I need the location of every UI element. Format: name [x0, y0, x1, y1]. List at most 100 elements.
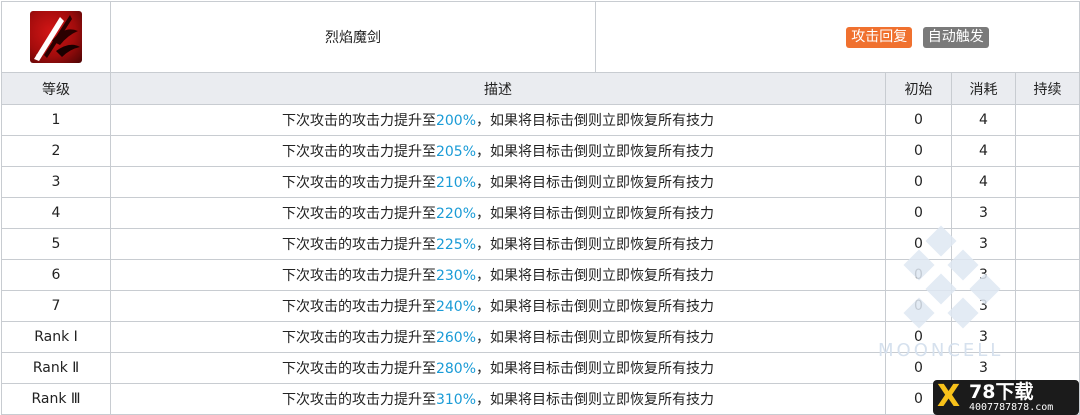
- desc-value: 200%: [435, 113, 477, 129]
- cost-cell: 3: [951, 352, 1016, 384]
- desc-text: 下次攻击的攻击力提升至: [281, 113, 436, 129]
- description-cell: 下次攻击的攻击力提升至205%，如果将目标击倒则立即恢复所有技力: [110, 135, 886, 167]
- initial-cell: 0: [885, 259, 952, 291]
- level-cell: 3: [1, 166, 111, 198]
- initial-cell: 0: [885, 290, 952, 322]
- desc-text: ，如果将目标击倒则立即恢复所有技力: [476, 299, 715, 315]
- desc-text: ，如果将目标击倒则立即恢复所有技力: [476, 113, 715, 129]
- level-cell: Rank Ⅰ: [1, 321, 111, 353]
- level-cell: 7: [1, 290, 111, 322]
- initial-cell: 0: [885, 197, 952, 229]
- table-row: 3 下次攻击的攻击力提升至210%，如果将目标击倒则立即恢复所有技力 0 4: [1, 166, 1080, 198]
- desc-text: ，如果将目标击倒则立即恢复所有技力: [476, 268, 715, 284]
- table-row: Rank Ⅰ 下次攻击的攻击力提升至260%，如果将目标击倒则立即恢复所有技力 …: [1, 321, 1080, 353]
- cost-cell: 4: [951, 166, 1016, 198]
- tag-recovery: 攻击回复: [846, 26, 913, 48]
- desc-text: 下次攻击的攻击力提升至: [281, 175, 436, 191]
- table-row: 6 下次攻击的攻击力提升至230%，如果将目标击倒则立即恢复所有技力 0 3: [1, 259, 1080, 291]
- description-cell: 下次攻击的攻击力提升至200%，如果将目标击倒则立即恢复所有技力: [110, 104, 886, 136]
- level-cell: 1: [1, 104, 111, 136]
- table-row: 7 下次攻击的攻击力提升至240%，如果将目标击倒则立即恢复所有技力 0 3: [1, 290, 1080, 322]
- table-row: Rank Ⅱ 下次攻击的攻击力提升至280%，如果将目标击倒则立即恢复所有技力 …: [1, 352, 1080, 384]
- desc-value: 260%: [435, 330, 477, 346]
- column-header-row: 等级 描述 初始 消耗 持续: [1, 72, 1080, 105]
- desc-value: 280%: [435, 361, 477, 377]
- logo-phone: 4007787878.com: [969, 402, 1054, 413]
- desc-value: 205%: [435, 144, 477, 160]
- description-cell: 下次攻击的攻击力提升至280%，如果将目标击倒则立即恢复所有技力: [110, 352, 886, 384]
- cost-cell: 3: [951, 290, 1016, 322]
- desc-value: 220%: [435, 206, 477, 222]
- cost-cell: 4: [951, 104, 1016, 136]
- duration-cell: [1014, 321, 1080, 353]
- initial-cell: 0: [885, 166, 952, 198]
- duration-cell: [1014, 228, 1080, 260]
- level-cell: 6: [1, 259, 111, 291]
- initial-cell: 0: [885, 321, 952, 353]
- col-description: 描述: [110, 72, 886, 105]
- cost-cell: 3: [951, 197, 1016, 229]
- desc-value: 310%: [435, 392, 477, 408]
- initial-cell: 0: [885, 135, 952, 167]
- initial-cell: 0: [885, 228, 952, 260]
- col-level: 等级: [1, 72, 111, 105]
- desc-text: 下次攻击的攻击力提升至: [281, 268, 436, 284]
- duration-cell: [1014, 197, 1080, 229]
- duration-cell: [1014, 104, 1080, 136]
- description-cell: 下次攻击的攻击力提升至225%，如果将目标击倒则立即恢复所有技力: [110, 228, 886, 260]
- cost-cell: 3: [951, 259, 1016, 291]
- skill-icon-cell: [1, 1, 111, 73]
- desc-text: 下次攻击的攻击力提升至: [281, 144, 436, 160]
- desc-text: ，如果将目标击倒则立即恢复所有技力: [476, 144, 715, 160]
- flame-sword-icon: [30, 11, 82, 63]
- cost-cell: 3: [951, 321, 1016, 353]
- col-duration: 持续: [1014, 72, 1080, 105]
- level-cell: Rank Ⅱ: [1, 352, 111, 384]
- skill-name: 烈焰魔剑: [110, 1, 596, 73]
- desc-text: ，如果将目标击倒则立即恢复所有技力: [476, 237, 715, 253]
- initial-cell: 0: [885, 352, 952, 384]
- level-cell: Rank Ⅲ: [1, 383, 111, 415]
- description-cell: 下次攻击的攻击力提升至220%，如果将目标击倒则立即恢复所有技力: [110, 197, 886, 229]
- skill-tags-cell: 攻击回复 自动触发: [594, 1, 1080, 73]
- table-row: 2 下次攻击的攻击力提升至205%，如果将目标击倒则立即恢复所有技力 0 4: [1, 135, 1080, 167]
- logo-title: 78下载: [969, 381, 1034, 403]
- desc-text: 下次攻击的攻击力提升至: [281, 206, 436, 222]
- duration-cell: [1014, 352, 1080, 384]
- description-cell: 下次攻击的攻击力提升至210%，如果将目标击倒则立即恢复所有技力: [110, 166, 886, 198]
- initial-cell: 0: [885, 104, 952, 136]
- desc-text: 下次攻击的攻击力提升至: [281, 237, 436, 253]
- description-cell: 下次攻击的攻击力提升至240%，如果将目标击倒则立即恢复所有技力: [110, 290, 886, 322]
- desc-text: ，如果将目标击倒则立即恢复所有技力: [476, 206, 715, 222]
- cost-cell: 4: [951, 135, 1016, 167]
- duration-cell: [1014, 290, 1080, 322]
- desc-value: 225%: [435, 237, 477, 253]
- desc-value: 210%: [435, 175, 477, 191]
- desc-value: 240%: [435, 299, 477, 315]
- desc-text: 下次攻击的攻击力提升至: [281, 361, 436, 377]
- description-cell: 下次攻击的攻击力提升至310%，如果将目标击倒则立即恢复所有技力: [110, 383, 886, 415]
- description-cell: 下次攻击的攻击力提升至260%，如果将目标击倒则立即恢复所有技力: [110, 321, 886, 353]
- desc-value: 230%: [435, 268, 477, 284]
- table-row: Rank Ⅲ 下次攻击的攻击力提升至310%，如果将目标击倒则立即恢复所有技力 …: [1, 383, 1080, 415]
- level-cell: 4: [1, 197, 111, 229]
- cost-cell: 3: [951, 228, 1016, 260]
- tag-trigger: 自动触发: [922, 26, 989, 48]
- table-row: 1 下次攻击的攻击力提升至200%，如果将目标击倒则立即恢复所有技力 0 4: [1, 104, 1080, 136]
- logo-mark: X: [937, 380, 961, 414]
- skill-table: 烈焰魔剑 攻击回复 自动触发 等级 描述 初始 消耗 持续 1 下次攻击的攻击力…: [1, 1, 1080, 415]
- desc-text: ，如果将目标击倒则立即恢复所有技力: [476, 361, 715, 377]
- col-cost: 消耗: [951, 72, 1016, 105]
- duration-cell: [1014, 166, 1080, 198]
- duration-cell: [1014, 135, 1080, 167]
- desc-text: ，如果将目标击倒则立即恢复所有技力: [476, 392, 715, 408]
- col-initial: 初始: [885, 72, 952, 105]
- level-cell: 5: [1, 228, 111, 260]
- desc-text: 下次攻击的攻击力提升至: [281, 299, 436, 315]
- duration-cell: [1014, 259, 1080, 291]
- desc-text: 下次攻击的攻击力提升至: [281, 330, 436, 346]
- site-logo[interactable]: X 78下载 4007787878.com: [933, 380, 1079, 415]
- table-row: 5 下次攻击的攻击力提升至225%，如果将目标击倒则立即恢复所有技力 0 3: [1, 228, 1080, 260]
- desc-text: 下次攻击的攻击力提升至: [281, 392, 436, 408]
- table-row: 4 下次攻击的攻击力提升至220%，如果将目标击倒则立即恢复所有技力 0 3: [1, 197, 1080, 229]
